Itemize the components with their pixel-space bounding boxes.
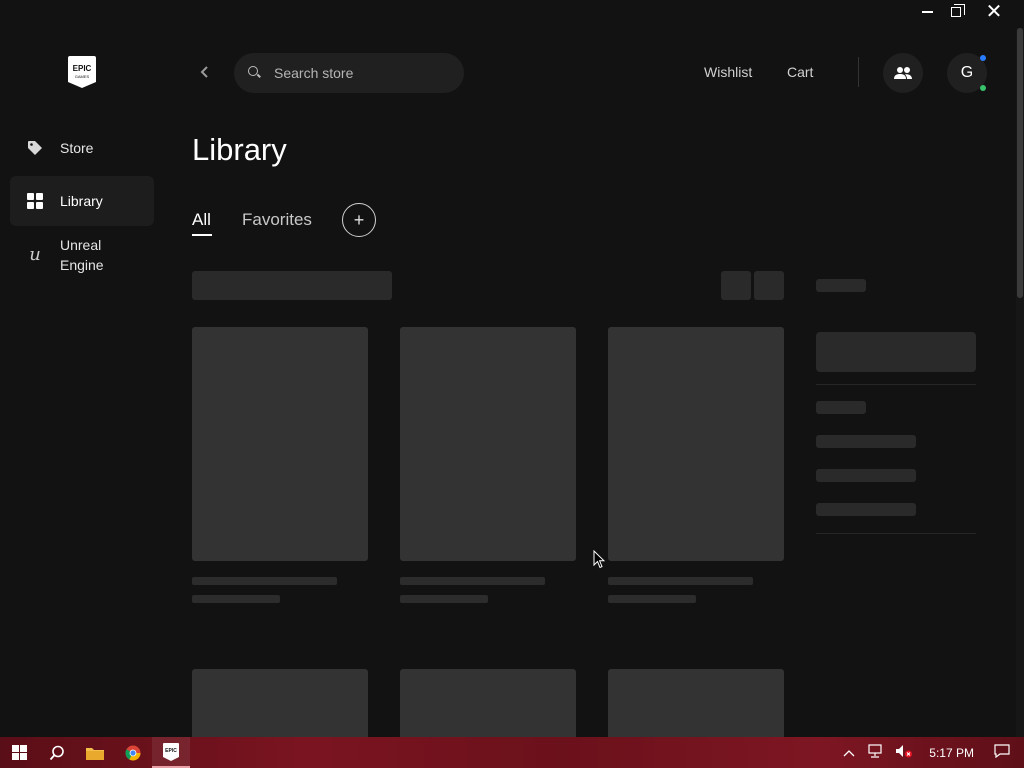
minimize-icon: [921, 11, 933, 13]
game-card-placeholder: [608, 669, 784, 737]
game-card-placeholder: [192, 669, 368, 737]
scrollbar[interactable]: [1016, 28, 1024, 737]
filter-divider: [816, 533, 976, 534]
filter-search-placeholder: [816, 332, 976, 372]
sidebar-item-unreal-engine[interactable]: u Unreal Engine: [10, 230, 154, 280]
list-view-placeholder: [754, 271, 784, 300]
filter-option-placeholder: [816, 503, 916, 516]
title-placeholder: [400, 577, 545, 585]
search-icon: [49, 745, 64, 760]
start-button[interactable]: [0, 737, 38, 768]
filter-option-placeholder: [816, 435, 916, 448]
friends-button[interactable]: [883, 53, 923, 93]
subtitle-placeholder: [608, 595, 696, 603]
file-explorer-button[interactable]: [76, 737, 114, 768]
system-tray: 5:17 PM: [837, 737, 1024, 768]
active-tab-indicator: [192, 234, 212, 236]
chrome-button[interactable]: [114, 737, 152, 768]
search-bar[interactable]: [234, 53, 464, 93]
chrome-icon: [125, 745, 141, 760]
restore-button[interactable]: [941, 0, 971, 24]
sidebar-item-library[interactable]: Library: [10, 176, 154, 226]
close-button[interactable]: ✕: [979, 0, 1009, 24]
folder-icon: [86, 747, 104, 760]
grid-icon: [26, 192, 44, 210]
unreal-icon: u: [29, 244, 41, 265]
title-placeholder: [608, 577, 753, 585]
mouse-cursor-icon: [593, 550, 605, 569]
subtitle-placeholder: [192, 595, 280, 603]
epic-games-logo[interactable]: EPIC GAMES: [68, 56, 96, 88]
taskbar-search-button[interactable]: [38, 737, 76, 768]
search-icon: [248, 66, 262, 80]
close-icon: ✕: [985, 1, 1003, 23]
grid-view-placeholder: [721, 271, 751, 300]
sidebar-item-label: Library: [60, 193, 103, 209]
sort-placeholder: [192, 271, 392, 300]
filter-heading-placeholder: [816, 279, 866, 292]
tab-all[interactable]: All: [192, 210, 211, 230]
page-title: Library: [192, 132, 287, 167]
avatar-initial: G: [960, 64, 974, 81]
svg-text:EPIC: EPIC: [165, 748, 177, 754]
plus-icon: +: [353, 209, 365, 230]
search-input[interactable]: [274, 65, 454, 81]
scrollbar-thumb[interactable]: [1017, 28, 1023, 298]
cart-link[interactable]: Cart: [787, 64, 813, 80]
windows-icon: [11, 745, 27, 760]
action-center-icon[interactable]: [994, 744, 1010, 761]
epic-games-taskbar-button[interactable]: EPIC: [152, 737, 190, 768]
epic-games-icon: EPIC: [163, 742, 179, 761]
chevron-up-icon[interactable]: [843, 746, 855, 760]
wishlist-link[interactable]: Wishlist: [704, 64, 752, 80]
game-card-placeholder: [400, 327, 576, 561]
taskbar: EPIC 5:17 PM: [0, 737, 1024, 768]
notification-dot: [980, 55, 986, 61]
filter-divider: [816, 384, 976, 385]
svg-text:EPIC: EPIC: [73, 64, 92, 73]
sidebar-item-store[interactable]: Store: [10, 128, 154, 168]
clock[interactable]: 5:17 PM: [929, 746, 974, 760]
sidebar-item-label: Store: [60, 140, 94, 156]
filter-label-placeholder: [816, 401, 866, 414]
volume-muted-icon[interactable]: [895, 744, 913, 761]
minimize-button[interactable]: [912, 0, 942, 24]
add-collection-button[interactable]: +: [342, 203, 376, 237]
game-card-placeholder: [192, 327, 368, 561]
sidebar-item-label: Unreal Engine: [60, 237, 104, 273]
network-icon[interactable]: [867, 744, 883, 761]
online-status-dot: [980, 85, 986, 91]
friends-icon: [894, 67, 912, 79]
header-divider: [858, 57, 859, 87]
filter-option-placeholder: [816, 469, 916, 482]
svg-text:GAMES: GAMES: [75, 74, 90, 79]
game-card-placeholder: [608, 327, 784, 561]
chevron-left-icon: [200, 66, 208, 78]
title-placeholder: [192, 577, 337, 585]
back-button[interactable]: [198, 61, 220, 85]
restore-icon: [951, 4, 965, 17]
game-card-placeholder: [400, 669, 576, 737]
tab-favorites[interactable]: Favorites: [242, 210, 312, 230]
sidebar: EPIC GAMES Store Library u Unreal Engine: [0, 0, 165, 737]
subtitle-placeholder: [400, 595, 488, 603]
tag-icon: [26, 139, 44, 157]
